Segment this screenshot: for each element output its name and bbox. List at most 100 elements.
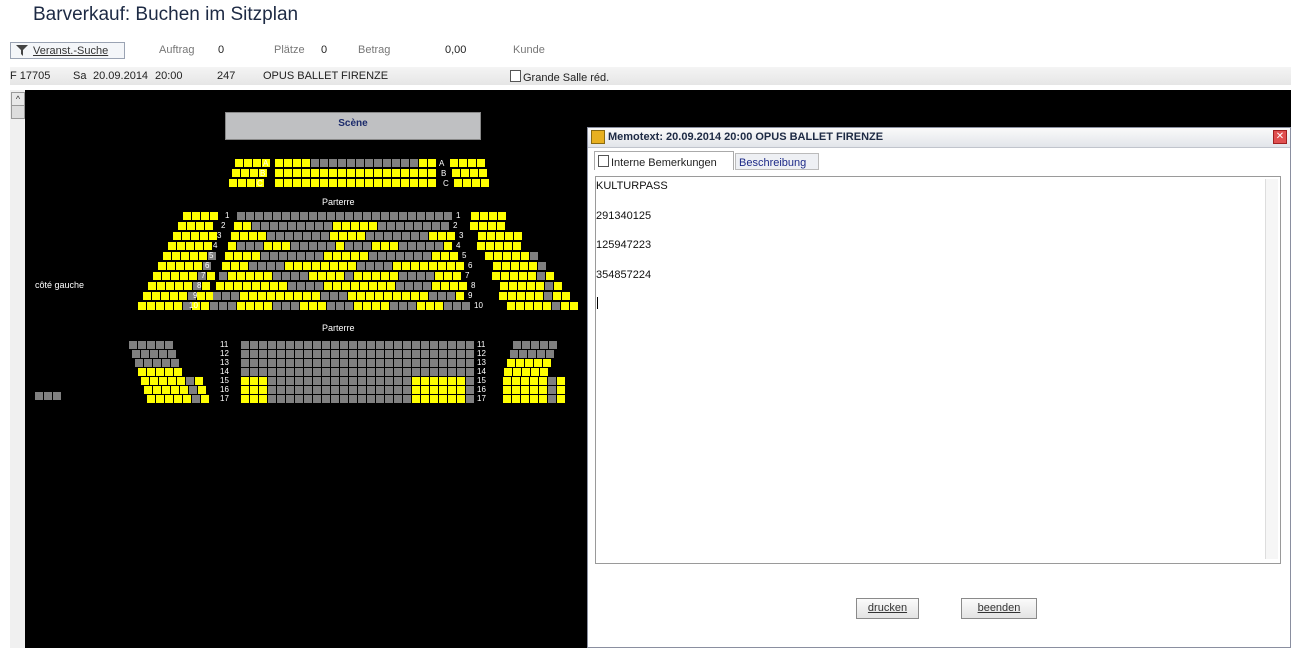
- seat-occupied[interactable]: [548, 386, 556, 394]
- seat-occupied[interactable]: [421, 368, 429, 376]
- seat-occupied[interactable]: [322, 368, 330, 376]
- seat-occupied[interactable]: [250, 350, 258, 358]
- seat-occupied[interactable]: [277, 359, 285, 367]
- seat-occupied[interactable]: [300, 272, 308, 280]
- seat-free[interactable]: [369, 282, 377, 290]
- seat-occupied[interactable]: [282, 212, 290, 220]
- seat-free[interactable]: [198, 386, 206, 394]
- seat-free[interactable]: [354, 302, 362, 310]
- seat-occupied[interactable]: [378, 222, 386, 230]
- seat-free[interactable]: [144, 386, 152, 394]
- seat-free[interactable]: [320, 179, 328, 187]
- seat-free[interactable]: [557, 377, 565, 385]
- seat-free[interactable]: [141, 377, 149, 385]
- seat-occupied[interactable]: [329, 159, 337, 167]
- seat-occupied[interactable]: [300, 242, 308, 250]
- seat-occupied[interactable]: [322, 395, 330, 403]
- seat-free[interactable]: [229, 179, 237, 187]
- seat-occupied[interactable]: [288, 282, 296, 290]
- seat-occupied[interactable]: [291, 272, 299, 280]
- seat-free[interactable]: [275, 179, 283, 187]
- seat-occupied[interactable]: [144, 359, 152, 367]
- seat-free[interactable]: [303, 262, 311, 270]
- seat-free[interactable]: [152, 292, 160, 300]
- seat-occupied[interactable]: [462, 302, 470, 310]
- seat-occupied[interactable]: [417, 212, 425, 220]
- seat-occupied[interactable]: [249, 262, 257, 270]
- seat-occupied[interactable]: [304, 395, 312, 403]
- memo-textarea[interactable]: KULTURPASS 291340125 125947223 354857224: [595, 176, 1281, 564]
- seat-occupied[interactable]: [44, 392, 52, 400]
- seat-free[interactable]: [411, 262, 419, 270]
- seat-free[interactable]: [234, 222, 242, 230]
- seat-free[interactable]: [182, 232, 190, 240]
- seat-free[interactable]: [554, 282, 562, 290]
- seat-occupied[interactable]: [322, 377, 330, 385]
- seat-free[interactable]: [500, 282, 508, 290]
- seat-free[interactable]: [174, 395, 182, 403]
- seat-occupied[interactable]: [376, 395, 384, 403]
- seat-free[interactable]: [172, 252, 180, 260]
- seat-free[interactable]: [521, 386, 529, 394]
- seat-free[interactable]: [470, 169, 478, 177]
- seat-free[interactable]: [459, 282, 467, 290]
- seat-occupied[interactable]: [396, 252, 404, 260]
- seat-occupied[interactable]: [273, 272, 281, 280]
- seat-occupied[interactable]: [394, 350, 402, 358]
- seat-occupied[interactable]: [340, 395, 348, 403]
- seat-occupied[interactable]: [367, 368, 375, 376]
- left-scrollbar[interactable]: ^: [10, 90, 26, 648]
- seat-occupied[interactable]: [349, 350, 357, 358]
- seat-occupied[interactable]: [358, 377, 366, 385]
- seat-occupied[interactable]: [309, 212, 317, 220]
- seat-occupied[interactable]: [286, 395, 294, 403]
- memo-scrollbar[interactable]: [1265, 179, 1278, 559]
- seat-free[interactable]: [510, 272, 518, 280]
- seat-free[interactable]: [432, 282, 440, 290]
- seat-occupied[interactable]: [548, 395, 556, 403]
- seat-free[interactable]: [338, 179, 346, 187]
- seat-free[interactable]: [259, 395, 267, 403]
- seat-free[interactable]: [183, 212, 191, 220]
- seat-free[interactable]: [511, 262, 519, 270]
- seat-free[interactable]: [311, 179, 319, 187]
- seat-free[interactable]: [247, 179, 255, 187]
- seat-free[interactable]: [143, 292, 151, 300]
- seat-free[interactable]: [428, 159, 436, 167]
- seat-free[interactable]: [327, 272, 335, 280]
- seat-occupied[interactable]: [277, 377, 285, 385]
- seat-free[interactable]: [471, 212, 479, 220]
- seat-occupied[interactable]: [387, 252, 395, 260]
- seat-occupied[interactable]: [411, 232, 419, 240]
- seat-occupied[interactable]: [412, 350, 420, 358]
- seat-occupied[interactable]: [268, 350, 276, 358]
- seat-occupied[interactable]: [210, 302, 218, 310]
- seat-free[interactable]: [158, 262, 166, 270]
- seat-occupied[interactable]: [410, 159, 418, 167]
- seat-free[interactable]: [241, 395, 249, 403]
- seat-occupied[interactable]: [168, 350, 176, 358]
- seat-free[interactable]: [390, 272, 398, 280]
- seat-occupied[interactable]: [405, 252, 413, 260]
- seat-free[interactable]: [197, 292, 205, 300]
- seat-occupied[interactable]: [246, 212, 254, 220]
- seat-occupied[interactable]: [540, 341, 548, 349]
- seat-occupied[interactable]: [295, 350, 303, 358]
- seat-occupied[interactable]: [385, 395, 393, 403]
- print-button[interactable]: drucken: [856, 598, 919, 619]
- seat-free[interactable]: [302, 169, 310, 177]
- seat-occupied[interactable]: [277, 341, 285, 349]
- seat-occupied[interactable]: [394, 395, 402, 403]
- seat-free[interactable]: [202, 282, 210, 290]
- seat-occupied[interactable]: [387, 222, 395, 230]
- seat-free[interactable]: [421, 395, 429, 403]
- seat-free[interactable]: [240, 262, 248, 270]
- seat-occupied[interactable]: [396, 282, 404, 290]
- seat-occupied[interactable]: [390, 302, 398, 310]
- seat-occupied[interactable]: [192, 395, 200, 403]
- seat-occupied[interactable]: [315, 222, 323, 230]
- seat-occupied[interactable]: [423, 252, 431, 260]
- seat-occupied[interactable]: [367, 341, 375, 349]
- seat-free[interactable]: [360, 222, 368, 230]
- seat-occupied[interactable]: [331, 350, 339, 358]
